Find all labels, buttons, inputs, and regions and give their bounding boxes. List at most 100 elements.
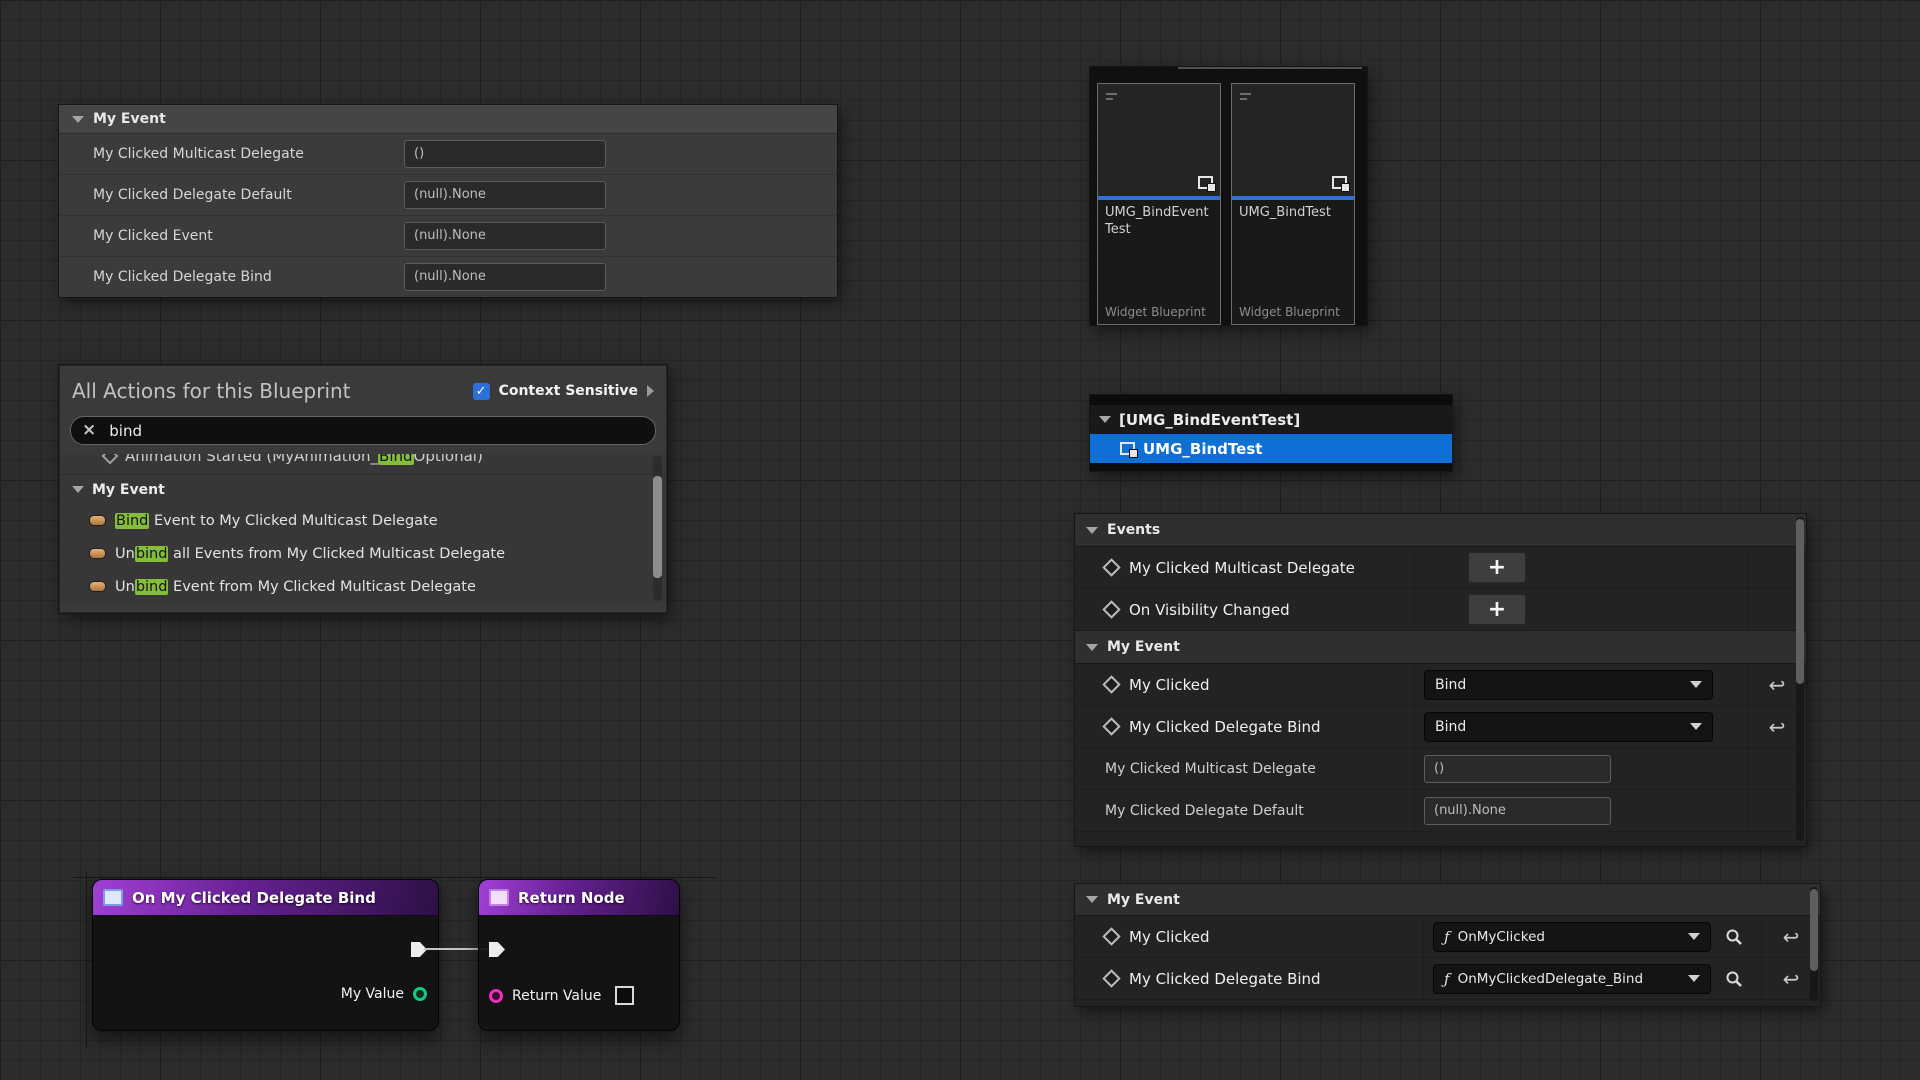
bind-dropdown[interactable]: Bind [1424, 712, 1713, 742]
function-dropdown[interactable]: ƒ OnMyClickedDelegate_Bind [1433, 964, 1711, 994]
asset-tile-umg-bindtest[interactable]: UMG_BindTest Widget Blueprint [1231, 83, 1355, 325]
search-highlight: Bind [378, 454, 414, 465]
property-value-field[interactable]: () [404, 140, 606, 168]
property-value-field[interactable]: (null).None [404, 263, 606, 291]
value-cell: (null).None [1414, 790, 1747, 831]
context-sensitive-label: Context Sensitive [499, 383, 638, 399]
action-item-content: Animation Started (MyAnimation_BindOptio… [60, 454, 666, 471]
property-row: My Clicked Delegate Default (null).None [59, 175, 837, 216]
property-value-field[interactable]: (null).None [404, 222, 606, 250]
node-header: On My Clicked Delegate Bind [93, 880, 438, 916]
add-event-button[interactable]: + [1468, 594, 1526, 625]
value-cell: + [1414, 589, 1747, 630]
property-value-field[interactable]: () [1424, 755, 1611, 783]
clear-search-icon[interactable]: × [82, 422, 96, 439]
text-fragment: all Events from My Clicked Multicast Del… [168, 546, 505, 562]
function-icon: ƒ [1444, 928, 1450, 946]
reset-to-default-icon[interactable]: ↩ [1783, 927, 1800, 947]
value-cell: ƒ OnMyClicked [1423, 916, 1761, 957]
scrollbar-track [1810, 887, 1818, 1001]
asset-name: UMG_BindEventTest [1105, 205, 1210, 239]
chevron-down-icon [1690, 723, 1702, 730]
search-input[interactable] [107, 421, 644, 441]
asset-thumbnail [1232, 84, 1354, 196]
category-header-events[interactable]: Events [1075, 514, 1806, 547]
node-return[interactable]: Return Node Return Value [478, 879, 680, 1031]
property-label: My Clicked Delegate Default [1105, 803, 1304, 819]
asset-name: UMG_BindTest [1239, 205, 1344, 222]
hierarchy-root-label: [UMG_BindEventTest] [1119, 411, 1300, 429]
text-fragment: Event to My Clicked Multicast Delegate [149, 513, 437, 529]
property-row: My Clicked Multicast Delegate () [59, 134, 837, 175]
binding-row: My Clicked Delegate Bind Bind ↩ [1075, 706, 1806, 748]
reset-to-default-icon[interactable]: ↩ [1783, 969, 1800, 989]
category-header-my-event[interactable]: My Event [1075, 631, 1806, 664]
event-diamond-icon [1102, 927, 1120, 945]
property-label-group: My Clicked Delegate Default [1075, 790, 1414, 831]
action-item[interactable]: Unbind Event from My Clicked Multicast D… [60, 570, 666, 603]
action-item[interactable]: Unbind all Events from My Clicked Multic… [60, 537, 666, 570]
my-value-pin[interactable] [413, 987, 427, 1001]
action-item-text: Animation Started (MyAnimation_BindOptio… [125, 454, 483, 465]
hierarchy-root-row[interactable]: [UMG_BindEventTest] [1090, 405, 1452, 434]
category-header-my-event[interactable]: My Event [1075, 884, 1820, 916]
browse-function-icon[interactable] [1725, 928, 1743, 946]
event-label-group: My Clicked Multicast Delegate [1075, 547, 1414, 588]
scrollbar-thumb[interactable] [1810, 889, 1818, 971]
search-highlight: bind [135, 579, 169, 595]
value-cell: Bind [1414, 706, 1747, 747]
event-node-icon [103, 889, 123, 906]
text-fragment: Un [115, 579, 135, 595]
event-row: My Clicked Multicast Delegate + [1075, 547, 1806, 589]
category-label: Events [1107, 522, 1160, 538]
output-pin-row: My Value [341, 986, 427, 1002]
node-on-my-clicked-delegate-bind[interactable]: On My Clicked Delegate Bind My Value [92, 879, 439, 1031]
delegate-icon [90, 549, 105, 558]
icon-part [1207, 183, 1216, 192]
node-title: Return Node [518, 889, 625, 907]
delegate-icon [90, 516, 105, 525]
return-value-checkbox[interactable] [615, 986, 634, 1005]
add-event-button[interactable]: + [1468, 552, 1526, 583]
exec-input-pin[interactable] [489, 942, 505, 957]
event-label: My Clicked [1129, 928, 1210, 946]
dropdown-value: OnMyClickedDelegate_Bind [1458, 971, 1643, 987]
event-label-group: My Clicked [1075, 916, 1423, 957]
action-item[interactable]: Bind Event to My Clicked Multicast Deleg… [60, 504, 666, 537]
reset-to-default-icon[interactable]: ↩ [1769, 675, 1786, 695]
scrollbar-thumb[interactable] [1796, 519, 1804, 684]
input-pin-row: Return Value [489, 986, 634, 1005]
widget-hierarchy: [UMG_BindEventTest] UMG_BindTest [1090, 395, 1452, 471]
context-sensitive-checkbox[interactable]: ✓ [473, 383, 490, 400]
reset-to-default-icon[interactable]: ↩ [1769, 717, 1786, 737]
asset-type: Widget Blueprint [1105, 305, 1210, 319]
graph-origin-vline [86, 872, 87, 1048]
return-node-icon [489, 889, 509, 906]
asset-tile-umg-bindeventtest[interactable]: UMG_BindEventTest Widget Blueprint [1097, 83, 1221, 325]
widget-blueprint-icon [1332, 176, 1347, 189]
bind-dropdown[interactable]: Bind [1424, 670, 1713, 700]
property-row: My Clicked Multicast Delegate () [1075, 748, 1806, 790]
event-diamond-icon [1102, 717, 1120, 735]
actions-menu-titlebar: All Actions for this Blueprint ✓ Context… [60, 366, 666, 416]
return-value-pin[interactable] [489, 989, 503, 1003]
scrollbar-thumb[interactable] [653, 476, 662, 578]
property-value-field[interactable]: (null).None [1424, 797, 1611, 825]
browse-function-icon[interactable] [1725, 970, 1743, 988]
chevron-down-icon [1688, 933, 1700, 940]
action-item-clipped[interactable]: Animation Started (MyAnimation_BindOptio… [60, 454, 666, 475]
value-cell: ƒ OnMyClickedDelegate_Bind [1423, 958, 1761, 999]
hierarchy-selected-row[interactable]: UMG_BindTest [1090, 434, 1452, 463]
property-label-group: My Clicked Multicast Delegate [1075, 748, 1414, 789]
property-row: My Clicked Event (null).None [59, 216, 837, 257]
category-header-my-event[interactable]: My Event [59, 105, 837, 134]
action-item-text: Unbind all Events from My Clicked Multic… [115, 546, 505, 562]
function-dropdown[interactable]: ƒ OnMyClicked [1433, 922, 1711, 952]
property-value-field[interactable]: (null).None [404, 181, 606, 209]
event-label-group: On Visibility Changed [1075, 589, 1414, 630]
asset-info: UMG_BindTest Widget Blueprint [1232, 200, 1354, 324]
blueprint-editor: My Event My Clicked Multicast Delegate (… [0, 0, 1920, 1080]
check-icon: ✓ [476, 384, 487, 399]
category-header-my-event[interactable]: My Event [60, 475, 666, 504]
event-label: On Visibility Changed [1129, 601, 1290, 619]
